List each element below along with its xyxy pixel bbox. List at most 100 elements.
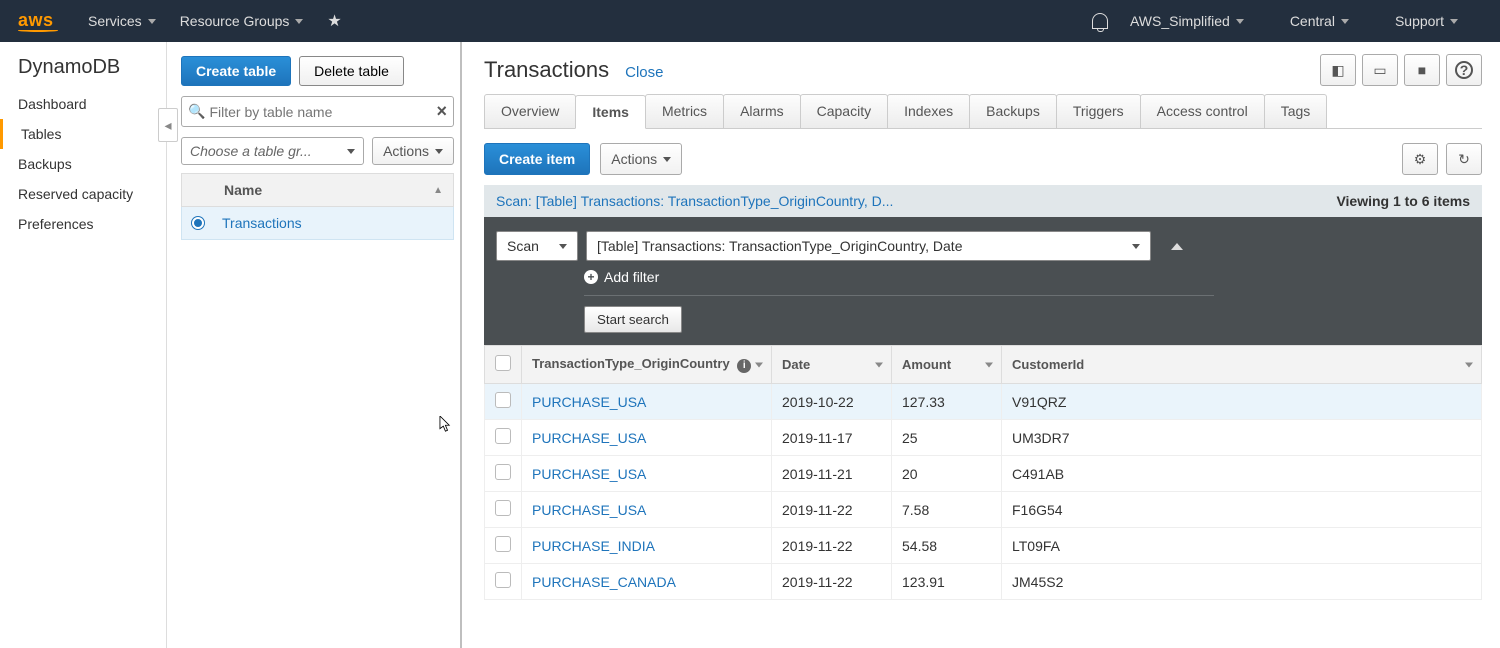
clear-filter-icon[interactable]: × <box>436 101 447 122</box>
row-customer-cell: F16G54 <box>1002 492 1482 528</box>
nav-region-label: Central <box>1290 13 1335 29</box>
settings-button[interactable] <box>1402 143 1438 175</box>
aws-logo[interactable]: aws <box>18 10 58 32</box>
row-customer-cell: C491AB <box>1002 456 1482 492</box>
nav-account[interactable]: AWS_Simplified <box>1130 13 1244 29</box>
col-amount[interactable]: Amount <box>892 346 1002 384</box>
scan-summary-bar: Scan: [Table] Transactions: TransactionT… <box>484 185 1482 217</box>
row-checkbox-cell[interactable] <box>485 456 522 492</box>
service-sidebar: DynamoDB Dashboard Tables Backups Reserv… <box>0 42 167 648</box>
view-full-button[interactable]: ■ <box>1404 54 1440 86</box>
table-filter-input-wrap[interactable]: 🔍 × <box>181 96 454 127</box>
table-row[interactable]: PURCHASE_INDIA2019-11-2254.58LT09FA <box>485 528 1482 564</box>
items-actions-dropdown[interactable]: Actions <box>600 143 682 175</box>
refresh-button[interactable] <box>1446 143 1482 175</box>
table-row[interactable]: PURCHASE_USA2019-11-227.58F16G54 <box>485 492 1482 528</box>
checkbox-icon[interactable] <box>495 392 511 408</box>
col-customer-id[interactable]: CustomerId <box>1002 346 1482 384</box>
sidebar-item-backups[interactable]: Backups <box>0 149 166 179</box>
table-row[interactable]: PURCHASE_USA2019-10-22127.33V91QRZ <box>485 384 1482 420</box>
scan-mode-label: Scan <box>507 238 539 254</box>
checkbox-icon[interactable] <box>495 355 511 371</box>
sidebar-item-preferences[interactable]: Preferences <box>0 209 166 239</box>
row-checkbox-cell[interactable] <box>485 528 522 564</box>
radio-selected-icon[interactable] <box>192 217 204 229</box>
tab-access-control[interactable]: Access control <box>1140 94 1265 128</box>
row-checkbox-cell[interactable] <box>485 420 522 456</box>
create-item-button[interactable]: Create item <box>484 143 590 175</box>
info-icon[interactable]: i <box>737 359 751 373</box>
tab-capacity[interactable]: Capacity <box>800 94 888 128</box>
tab-items[interactable]: Items <box>575 95 646 129</box>
tab-tags[interactable]: Tags <box>1264 94 1328 128</box>
row-pk-link[interactable]: PURCHASE_USA <box>532 502 646 518</box>
row-pk-link[interactable]: PURCHASE_USA <box>532 394 646 410</box>
create-table-button[interactable]: Create table <box>181 56 291 86</box>
nav-pin-icon[interactable]: ★ <box>327 11 341 31</box>
view-wide-button[interactable]: ▭ <box>1362 54 1398 86</box>
col-checkbox[interactable] <box>485 346 522 384</box>
checkbox-icon[interactable] <box>495 464 511 480</box>
row-checkbox-cell[interactable] <box>485 492 522 528</box>
table-row[interactable]: PURCHASE_CANADA2019-11-22123.91JM45S2 <box>485 564 1482 600</box>
row-pk-link[interactable]: PURCHASE_CANADA <box>532 574 676 590</box>
tab-triggers[interactable]: Triggers <box>1056 94 1141 128</box>
sidebar-item-dashboard[interactable]: Dashboard <box>0 89 166 119</box>
delete-table-button[interactable]: Delete table <box>299 56 404 86</box>
sidebar-item-tables[interactable]: Tables <box>0 119 166 149</box>
table-row[interactable]: PURCHASE_USA2019-11-2120C491AB <box>485 456 1482 492</box>
tab-overview[interactable]: Overview <box>484 94 576 128</box>
table-filter-input[interactable] <box>209 104 436 120</box>
table-list-header[interactable]: Name ▲ <box>181 173 454 207</box>
nav-services[interactable]: Services <box>88 13 156 29</box>
sort-icon[interactable] <box>1465 362 1473 367</box>
caret-down-icon <box>1236 19 1244 24</box>
table-actions-dropdown[interactable]: Actions <box>372 137 454 165</box>
tab-metrics[interactable]: Metrics <box>645 94 724 128</box>
nav-support[interactable]: Support <box>1395 13 1458 29</box>
checkbox-icon[interactable] <box>495 500 511 516</box>
row-checkbox-cell[interactable] <box>485 384 522 420</box>
close-link[interactable]: Close <box>625 64 663 81</box>
row-pk-link[interactable]: PURCHASE_USA <box>532 466 646 482</box>
caret-down-icon <box>295 19 303 24</box>
caret-down-icon <box>1341 19 1349 24</box>
checkbox-icon[interactable] <box>495 536 511 552</box>
row-pk-cell: PURCHASE_USA <box>522 456 772 492</box>
scan-mode-select[interactable]: Scan <box>496 231 578 261</box>
table-list-row[interactable]: Transactions <box>181 207 454 240</box>
sort-icon[interactable] <box>755 362 763 367</box>
sort-icon[interactable] <box>875 362 883 367</box>
nav-region[interactable]: Central <box>1290 13 1349 29</box>
notifications-icon[interactable] <box>1092 13 1108 29</box>
scan-summary-link[interactable]: Scan: [Table] Transactions: TransactionT… <box>496 193 893 209</box>
row-pk-cell: PURCHASE_USA <box>522 420 772 456</box>
index-select[interactable]: [Table] Transactions: TransactionType_Or… <box>586 231 1151 261</box>
refresh-icon <box>1458 151 1470 168</box>
tab-backups[interactable]: Backups <box>969 94 1057 128</box>
nav-resource-groups[interactable]: Resource Groups <box>180 13 304 29</box>
sidebar-item-reserved-capacity[interactable]: Reserved capacity <box>0 179 166 209</box>
sort-icon[interactable] <box>985 362 993 367</box>
help-button[interactable]: ? <box>1446 54 1482 86</box>
sort-asc-icon: ▲ <box>433 185 443 196</box>
col-primary-key[interactable]: TransactionType_OriginCountry i <box>522 346 772 384</box>
start-search-button[interactable]: Start search <box>584 306 682 333</box>
tab-indexes[interactable]: Indexes <box>887 94 970 128</box>
table-row[interactable]: PURCHASE_USA2019-11-1725UM3DR7 <box>485 420 1482 456</box>
row-pk-link[interactable]: PURCHASE_USA <box>532 430 646 446</box>
row-pk-link[interactable]: PURCHASE_INDIA <box>532 538 655 554</box>
caret-down-icon <box>1132 244 1140 249</box>
checkbox-icon[interactable] <box>495 428 511 444</box>
view-split-button[interactable]: ◧ <box>1320 54 1356 86</box>
col-date[interactable]: Date <box>772 346 892 384</box>
table-group-select[interactable]: Choose a table gr... <box>181 137 364 165</box>
row-date-cell: 2019-11-21 <box>772 456 892 492</box>
collapse-query-panel-icon[interactable] <box>1171 243 1183 250</box>
tab-alarms[interactable]: Alarms <box>723 94 801 128</box>
row-checkbox-cell[interactable] <box>485 564 522 600</box>
split-vertical-icon: ◧ <box>1331 62 1344 79</box>
checkbox-icon[interactable] <box>495 572 511 588</box>
table-name-link[interactable]: Transactions <box>222 215 302 231</box>
add-filter-button[interactable]: + Add filter <box>584 269 1470 285</box>
